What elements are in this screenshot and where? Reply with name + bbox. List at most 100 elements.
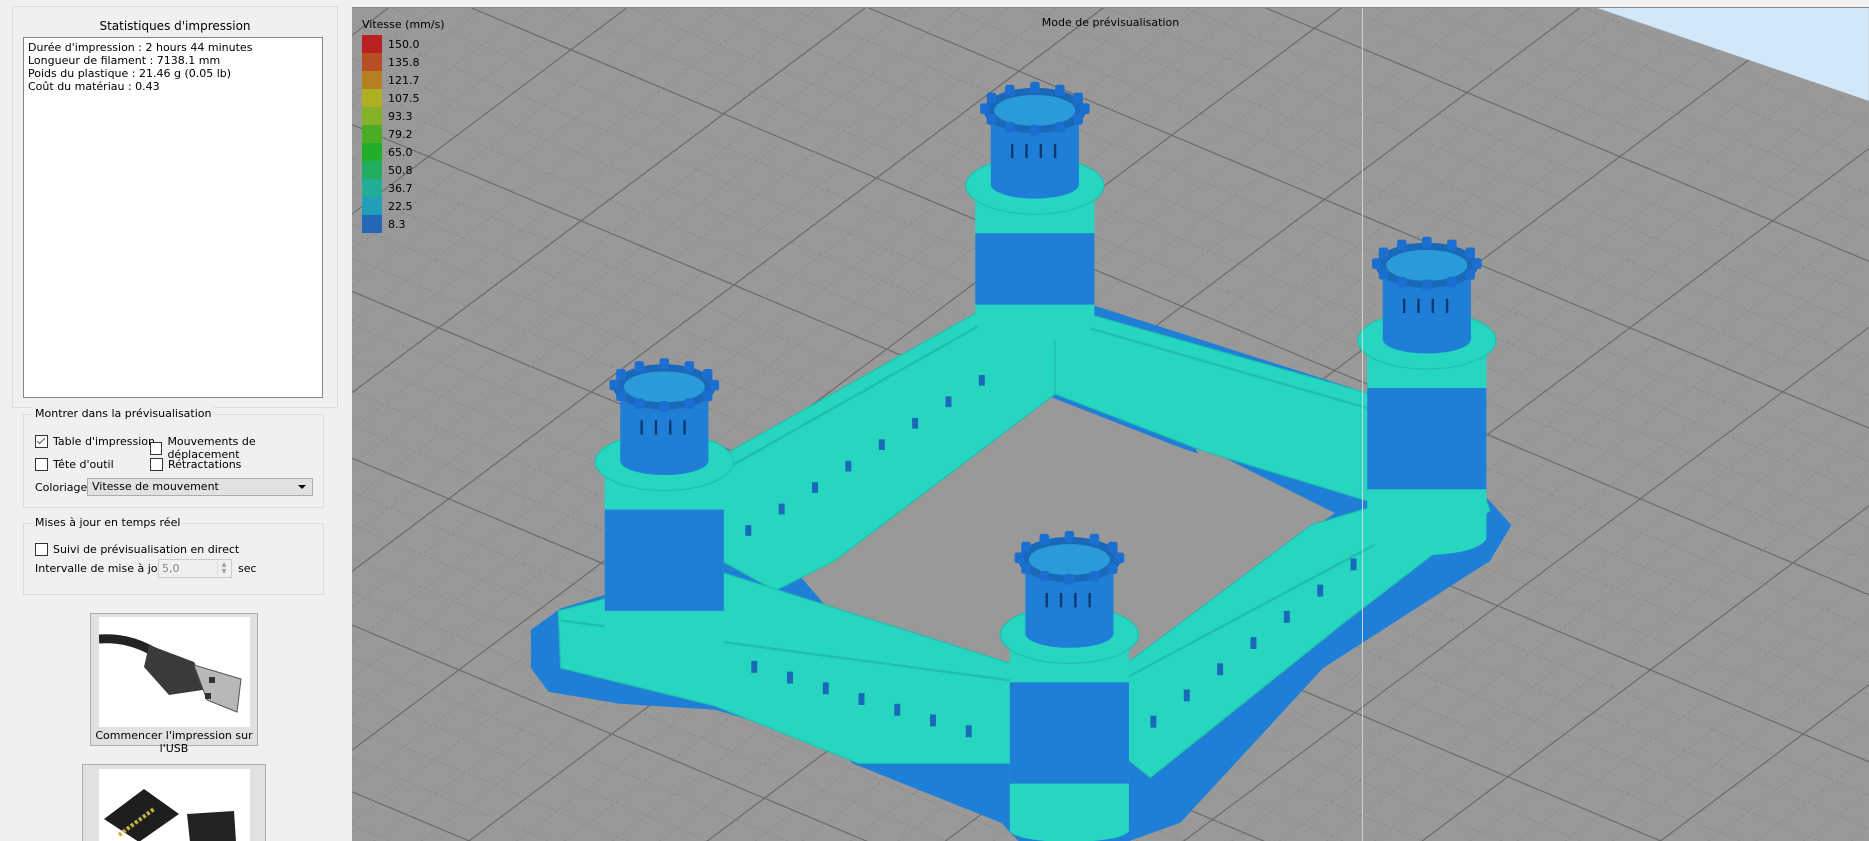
grid-line — [1850, 827, 1869, 841]
merlon — [1005, 84, 1015, 96]
legend-value: 8.3 — [388, 217, 406, 231]
tower-slit — [1045, 592, 1048, 608]
live-preview-label: Suivi de prévisualisation en direct — [53, 543, 240, 556]
legend-swatch — [362, 53, 382, 71]
update-interval-label: Intervalle de mise à jour — [35, 562, 169, 575]
merlon — [1064, 531, 1075, 542]
wall-window — [778, 503, 785, 515]
tower-right — [1357, 236, 1497, 555]
legend-value: 93.3 — [388, 109, 413, 123]
merlon — [1055, 84, 1065, 96]
live-preview-checkbox[interactable]: Suivi de prévisualisation en direct — [35, 543, 239, 556]
legend-item: 79.2 — [362, 125, 445, 143]
merlon — [1465, 268, 1475, 280]
merlon — [986, 114, 997, 125]
merlon — [659, 358, 670, 370]
merlon — [1014, 552, 1025, 564]
usb-cable-icon — [99, 617, 250, 727]
3d-scene[interactable] — [352, 8, 1869, 841]
stat-print-time: Durée d'impression : 2 hours 44 minutes — [28, 41, 253, 54]
tower-slit — [1088, 592, 1091, 608]
legend-item: 150.0 — [362, 35, 445, 53]
legend-item: 135.8 — [362, 53, 445, 71]
tower-slit — [1431, 298, 1434, 314]
merlon — [986, 92, 997, 104]
merlon — [1021, 541, 1031, 553]
grid-line — [1755, 755, 1869, 841]
checkbox-icon[interactable] — [150, 441, 163, 455]
merlon — [1030, 124, 1040, 136]
legend-value: 121.7 — [388, 73, 420, 87]
merlon — [1422, 236, 1432, 248]
grid-line — [352, 758, 550, 841]
wall-window — [1217, 663, 1224, 676]
merlon — [1080, 103, 1090, 115]
wall-window — [1183, 689, 1190, 702]
merlon — [609, 379, 620, 391]
tower-slit — [640, 420, 643, 435]
print-usb-button[interactable]: Commencer l'impression sur l'USB — [90, 613, 258, 755]
merlon — [1397, 276, 1407, 288]
print-bed-checkbox[interactable]: Table d'impression — [35, 435, 155, 448]
legend-value: 50.8 — [388, 163, 413, 177]
merlon — [634, 361, 645, 372]
realtime-updates-title: Mises à jour en temps réel — [32, 516, 184, 529]
grid-line — [1707, 720, 1869, 841]
wall-window — [751, 660, 758, 673]
merlon — [1465, 247, 1475, 259]
legend-item: 93.3 — [362, 107, 445, 125]
merlon — [1378, 247, 1389, 259]
update-interval-spinbox[interactable]: 5,0 ▲ ▼ — [158, 559, 232, 578]
checkbox-icon[interactable] — [35, 543, 48, 556]
checkbox-icon[interactable] — [150, 458, 163, 471]
merlon — [659, 401, 670, 412]
print-stats-textbox[interactable]: Durée d'impression : 2 hours 44 minutes … — [23, 37, 323, 398]
left-panel: Statistiques d'impression Durée d'impres… — [0, 0, 352, 841]
merlon — [702, 390, 713, 402]
checkbox-checked-icon[interactable] — [35, 435, 48, 448]
legend-swatch — [362, 71, 382, 89]
legend-value: 107.5 — [388, 91, 420, 105]
legend-swatch — [362, 161, 382, 179]
print-bed-label: Table d'impression — [53, 435, 155, 448]
update-interval-value: 5,0 — [162, 562, 180, 575]
wall-window — [945, 396, 952, 408]
wall-window — [845, 460, 852, 472]
tool-head-checkbox[interactable]: Tête d'outil — [35, 458, 114, 471]
update-interval-unit: sec — [238, 562, 257, 575]
legend-item: 36.7 — [362, 179, 445, 197]
preview-viewport[interactable]: Mode de prévisualisation Vitesse (mm/s) … — [352, 7, 1869, 841]
wall-window — [978, 374, 985, 386]
viewport-title: Mode de prévisualisation — [1041, 16, 1180, 29]
merlon — [1089, 533, 1100, 545]
wall-window — [878, 439, 885, 451]
legend-item: 65.0 — [362, 143, 445, 161]
grid-line — [352, 824, 391, 841]
spin-arrows-icon[interactable]: ▲ ▼ — [217, 561, 230, 576]
chevron-down-icon — [298, 485, 306, 489]
merlon — [1089, 571, 1100, 582]
castle-model-preview — [530, 81, 1512, 841]
wall-window — [912, 417, 919, 429]
merlon — [1021, 563, 1031, 574]
merlon — [1064, 573, 1075, 585]
merlon — [1039, 571, 1050, 582]
merlon — [1378, 268, 1389, 280]
coloring-select[interactable]: Vitesse de mouvement — [87, 478, 313, 496]
merlon — [1073, 114, 1083, 125]
merlon — [1107, 563, 1118, 574]
checkbox-icon[interactable] — [35, 458, 48, 471]
legend-value: 22.5 — [388, 199, 413, 213]
merlon — [616, 390, 626, 402]
merlon — [1073, 92, 1083, 104]
retractions-checkbox[interactable]: Rétractations — [150, 458, 241, 471]
merlon — [1039, 533, 1050, 545]
merlon — [1114, 552, 1125, 564]
grid-line — [1469, 541, 1869, 841]
save-sd-button[interactable] — [82, 764, 266, 841]
grid-line — [1516, 577, 1869, 841]
tower-slit — [1025, 143, 1028, 159]
legend-item: 22.5 — [362, 197, 445, 215]
preview-options-group: Montrer dans la prévisualisation Table d… — [23, 407, 324, 508]
tower-slit — [683, 420, 686, 435]
